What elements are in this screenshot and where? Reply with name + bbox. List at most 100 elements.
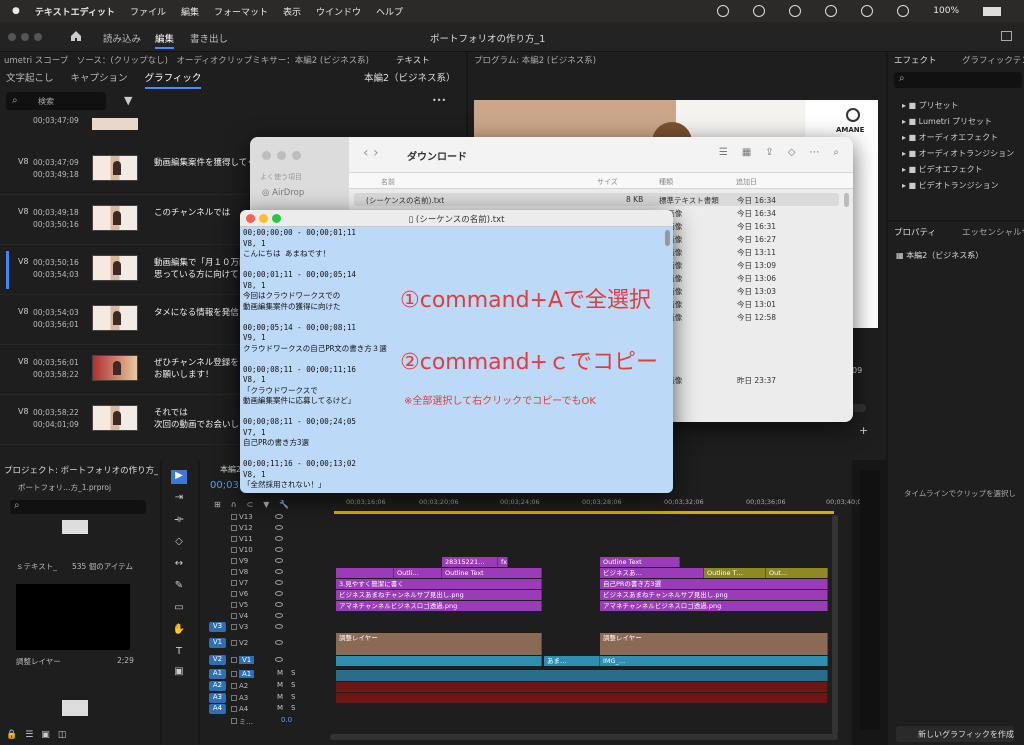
grid-view-icon[interactable]: ▦ <box>742 147 751 158</box>
more-icon[interactable]: ⋯ <box>809 147 819 158</box>
track-v4[interactable]: V4 <box>205 611 835 622</box>
clip-v9[interactable]: 28315221… <box>442 557 498 567</box>
clip-v6[interactable]: ビジネスあまねチャンネルサブ見出し.png <box>336 590 542 600</box>
sidebar-item-airdrop[interactable]: ◎ AirDrop <box>262 188 304 198</box>
program-monitor-title[interactable]: プログラム: 本編2 (ビジネス系) <box>474 54 596 68</box>
more-options-icon[interactable]: ••• <box>432 96 446 105</box>
track-select-tool-icon[interactable]: ⇥ <box>171 492 187 506</box>
list-view-icon[interactable]: ☰ <box>719 147 728 158</box>
type-tool-icon[interactable]: T <box>171 646 187 660</box>
menu-format[interactable]: フォーマット <box>214 5 268 18</box>
workspace-export[interactable]: 書き出し <box>190 31 228 45</box>
tab-properties[interactable]: プロパティ <box>894 226 936 240</box>
clip-v5[interactable]: アマネチャンネルビジネスロゴ透過.png <box>600 601 828 611</box>
hand-tool-icon[interactable]: ✋ <box>171 624 187 638</box>
track-v9[interactable]: V9 <box>205 556 835 567</box>
track-mix[interactable]: ミ… 0.0 <box>205 716 835 727</box>
project-search-input[interactable]: ⌕ <box>10 500 146 514</box>
clip-v8[interactable]: Out… <box>766 568 828 578</box>
marker-icon[interactable]: ▼ <box>263 500 269 509</box>
caption-tool-icon[interactable]: ▣ <box>171 666 187 680</box>
record-icon[interactable] <box>789 5 802 17</box>
effects-item-video-effects[interactable]: ▸ ■ ビデオエフェクト <box>902 162 1014 178</box>
track-v11[interactable]: V11 <box>205 534 835 545</box>
clip-v6[interactable]: ビジネスあまねチャンネルサブ見出し.png <box>600 590 828 600</box>
track-v3[interactable]: V3 V3 <box>205 622 835 633</box>
status-icon[interactable] <box>717 5 730 17</box>
track-v13[interactable]: V13 <box>205 512 835 523</box>
column-kind[interactable]: 種類 <box>659 177 673 187</box>
effects-search-input[interactable]: ⌕ <box>894 72 1022 88</box>
clip-v8[interactable]: Outli… <box>394 568 442 578</box>
menu-file[interactable]: ファイル <box>130 5 166 18</box>
effects-item-video-transitions[interactable]: ▸ ■ ビデオトランジション <box>902 178 1014 194</box>
razor-tool-icon[interactable]: ◇ <box>171 536 187 550</box>
effects-item-audio-transitions[interactable]: ▸ ■ オーディオトランジション <box>902 146 1014 162</box>
apple-icon[interactable]: ● <box>12 6 20 16</box>
share-icon[interactable]: ⇪ <box>765 147 773 158</box>
clip-v8[interactable]: ビジネスあ… <box>600 568 704 578</box>
menu-window[interactable]: ウインドウ <box>316 5 361 18</box>
wifi-icon[interactable] <box>897 5 910 17</box>
tab-transcript[interactable]: 文字起こし <box>6 73 54 84</box>
ripple-edit-tool-icon[interactable]: ⟛ <box>171 514 187 528</box>
lock-icon[interactable]: 🔒 <box>6 730 17 740</box>
workspace-edit[interactable]: 編集 <box>155 31 175 49</box>
clip-adjustment-layer[interactable]: 調整レイヤー <box>600 633 828 655</box>
finder-scrollbar[interactable] <box>844 193 849 207</box>
caption-item[interactable]: V8 00;03;58;22 00;04;01;09 それでは 次回の動画でお会いし <box>0 397 250 445</box>
clip-v1[interactable]: IMG_… <box>600 656 828 666</box>
home-icon[interactable] <box>70 30 82 42</box>
column-size[interactable]: サイズ <box>597 177 618 187</box>
adjustment-layer-thumbnail[interactable] <box>16 584 130 650</box>
selection-tool-icon[interactable]: ▶ <box>171 470 187 484</box>
clip-v9-fx[interactable]: fx <box>498 557 508 567</box>
timeline-tab[interactable]: 本編2 <box>220 464 241 475</box>
caption-item-selected[interactable]: V8 00;03;50;16 00;03;54;03 動画編集で「月１０万円 思って… <box>0 247 250 295</box>
clip-audio-a2[interactable] <box>336 682 828 692</box>
clip-audio-a3[interactable] <box>336 693 828 703</box>
linked-icon[interactable]: ⊂ <box>247 500 254 509</box>
clip-v7[interactable]: 自己PRの書き方3選 <box>600 579 828 589</box>
pen-tool-icon[interactable]: ✎ <box>171 580 187 594</box>
window-controls[interactable] <box>8 33 42 41</box>
timeline-vertical-scrollbar[interactable] <box>832 515 838 735</box>
textedit-scrollbar[interactable] <box>665 230 670 246</box>
workspace-import[interactable]: 読み込み <box>103 31 141 45</box>
column-date-added[interactable]: 追加日 <box>736 177 757 187</box>
menu-edit[interactable]: 編集 <box>181 5 199 18</box>
fullscreen-icon[interactable] <box>1001 31 1012 41</box>
upload-icon[interactable] <box>753 5 766 17</box>
search-icon[interactable]: ⌕ <box>833 147 839 158</box>
menu-app-name[interactable]: テキストエディット <box>35 5 115 18</box>
wrench-icon[interactable]: 🔧 <box>279 500 289 509</box>
caption-item[interactable]: V8 00;03;56;01 00;03;58;22 ぜひチャンネル登録を お願いし… <box>0 347 250 395</box>
slip-tool-icon[interactable]: ↔ <box>171 558 187 572</box>
effects-item-lumetri[interactable]: ▸ ■ Lumetri プリセット <box>902 114 1014 130</box>
effects-item-audio-effects[interactable]: ▸ ■ オーディオエフェクト <box>902 130 1014 146</box>
tab-captions[interactable]: キャプション <box>71 73 128 84</box>
add-button-icon[interactable]: + <box>859 424 868 437</box>
tab-graphics-templates[interactable]: グラフィックテン <box>962 54 1024 68</box>
snap-icon[interactable]: ∩ <box>231 500 237 509</box>
column-name[interactable]: 名前 <box>381 177 395 187</box>
tab-essential-sound[interactable]: エッセンシャルサ <box>962 226 1024 240</box>
menu-view[interactable]: 表示 <box>283 5 301 18</box>
clip-v8[interactable]: Outline Text <box>442 568 542 578</box>
clip-v8[interactable]: Outline T… <box>704 568 766 578</box>
menu-help[interactable]: ヘルプ <box>376 5 403 18</box>
tab-effects[interactable]: エフェクト <box>894 54 937 68</box>
list-view-icon[interactable]: ☰ <box>25 730 33 740</box>
bin-folder-icon[interactable] <box>62 700 88 716</box>
nest-icon[interactable]: ⊞ <box>214 500 221 509</box>
clip-v9[interactable]: Outline Text <box>600 557 680 567</box>
caption-item[interactable]: V8 00;03;54;03 00;03;56;01 タメになる情報を発信し <box>0 297 250 345</box>
tab-graphics[interactable]: グラフィック <box>144 73 202 89</box>
filter-icon[interactable]: ▼ <box>124 94 132 107</box>
tag-icon[interactable]: ◇ <box>788 147 796 158</box>
track-a4[interactable]: A4 A4 M S <box>205 704 835 715</box>
finder-window-controls[interactable] <box>262 151 301 160</box>
clip-v5[interactable]: アマネチャンネルビジネスロゴ透過.png <box>336 601 542 611</box>
caption-item[interactable]: V8 00;03;47;09 00;03;49;18 動画編集案件を獲得してく <box>0 147 256 195</box>
creative-cloud-icon[interactable] <box>825 5 838 17</box>
